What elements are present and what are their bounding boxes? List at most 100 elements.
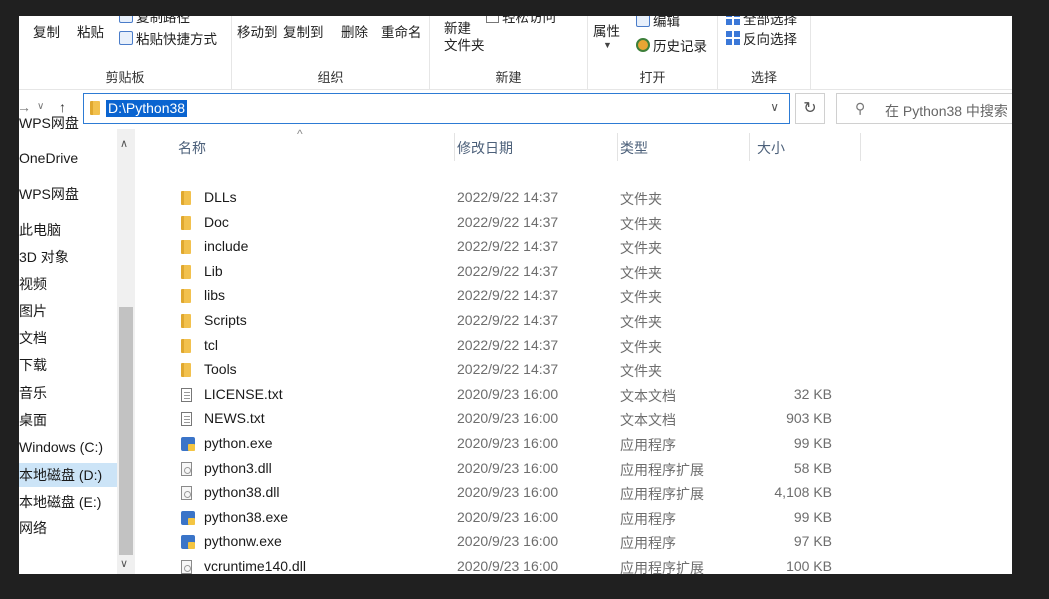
nav-item[interactable]: 本地磁盘 (D:) xyxy=(19,463,117,487)
nav-item[interactable]: WPS网盘 xyxy=(19,111,117,135)
select-all-button[interactable]: 全部选择 xyxy=(726,16,797,28)
rename-button[interactable]: 重命名 xyxy=(381,21,422,41)
easy-access-icon xyxy=(486,16,499,23)
nav-item[interactable]: 桌面 xyxy=(19,408,117,432)
copy-path-button[interactable]: 复制路径 xyxy=(119,16,190,26)
column-header-type[interactable]: 类型 xyxy=(620,138,648,158)
refresh-icon: ↻ xyxy=(803,100,817,117)
file-row[interactable]: NEWS.txt 2020/9/23 16:00 文本文档 903 KB xyxy=(137,407,1012,431)
nav-item[interactable]: Windows (C:) xyxy=(19,435,117,459)
edit-button[interactable]: 编辑 xyxy=(636,16,680,30)
file-name: Tools xyxy=(204,361,237,378)
scrollbar-thumb[interactable] xyxy=(119,307,133,555)
file-modified-date: 2020/9/23 16:00 xyxy=(457,385,559,402)
nav-item[interactable]: OneDrive xyxy=(19,146,117,170)
properties-label: 属性 xyxy=(593,24,620,39)
file-modified-date: 2020/9/23 16:00 xyxy=(457,508,559,525)
new-folder-label-line1: 新建 xyxy=(444,21,471,36)
file-size: 903 KB xyxy=(786,410,832,427)
file-size: 97 KB xyxy=(793,533,832,550)
nav-item-label: 下载 xyxy=(19,357,47,373)
file-size: 99 KB xyxy=(793,508,832,525)
column-divider[interactable] xyxy=(860,133,861,161)
nav-item[interactable]: 下载 xyxy=(19,353,117,377)
navigation-pane-scrollbar[interactable]: ∧ ∨ xyxy=(117,129,135,574)
text-file-icon xyxy=(181,387,192,402)
easy-access-button[interactable]: 轻松访问 xyxy=(486,16,556,26)
move-to-button[interactable]: 移动到 xyxy=(237,21,278,41)
file-row[interactable]: Doc 2022/9/22 14:37 文件夹 xyxy=(137,211,1012,235)
file-row[interactable]: pythonw.exe 2020/9/23 16:00 应用程序 97 KB xyxy=(137,530,1012,554)
file-row[interactable]: libs 2022/9/22 14:37 文件夹 xyxy=(137,284,1012,308)
nav-item-label: 桌面 xyxy=(19,412,47,428)
ribbon-group-title-new: 新建 xyxy=(495,70,522,85)
paste-shortcut-icon xyxy=(119,31,133,45)
file-type: 应用程序 xyxy=(620,510,676,527)
python-exe-icon xyxy=(181,535,195,550)
paste-button[interactable]: 粘贴 xyxy=(77,21,104,41)
history-button[interactable]: 历史记录 xyxy=(636,35,707,55)
file-row[interactable]: tcl 2022/9/22 14:37 文件夹 xyxy=(137,334,1012,358)
address-bar[interactable]: D:\Python38 ∨ xyxy=(83,93,790,124)
copy-to-button[interactable]: 复制到 xyxy=(283,21,324,41)
nav-item-label: WPS网盘 xyxy=(19,115,79,131)
nav-item-label: 视频 xyxy=(19,276,47,292)
refresh-button[interactable]: ↻ xyxy=(795,93,825,124)
search-icon: ⚲ xyxy=(855,100,866,116)
file-row[interactable]: python38.exe 2020/9/23 16:00 应用程序 99 KB xyxy=(137,506,1012,530)
copy-button[interactable]: 复制 xyxy=(33,21,60,41)
address-path[interactable]: D:\Python38 xyxy=(106,100,188,117)
nav-item[interactable]: 音乐 xyxy=(19,381,117,405)
file-size: 100 KB xyxy=(786,558,832,574)
dll-file-icon xyxy=(181,461,192,476)
file-row[interactable]: python3.dll 2020/9/23 16:00 应用程序扩展 58 KB xyxy=(137,457,1012,481)
nav-item-label: 本地磁盘 (E:) xyxy=(19,494,102,510)
file-row[interactable]: Scripts 2022/9/22 14:37 文件夹 xyxy=(137,309,1012,333)
column-divider[interactable] xyxy=(454,133,455,161)
file-row[interactable]: LICENSE.txt 2020/9/23 16:00 文本文档 32 KB xyxy=(137,383,1012,407)
file-name: Doc xyxy=(204,213,229,230)
column-divider[interactable] xyxy=(749,133,750,161)
python-exe-icon xyxy=(181,510,195,525)
search-box[interactable]: ⚲ 在 Python38 中搜索 xyxy=(836,93,1012,124)
file-row[interactable]: Lib 2022/9/22 14:37 文件夹 xyxy=(137,260,1012,284)
file-modified-date: 2020/9/23 16:00 xyxy=(457,459,559,476)
properties-button[interactable]: 属性 ▼ xyxy=(593,20,620,50)
chevron-down-icon[interactable]: ∨ xyxy=(770,100,779,114)
file-row[interactable]: DLLs 2022/9/22 14:37 文件夹 xyxy=(137,186,1012,210)
invert-selection-button[interactable]: 反向选择 xyxy=(726,28,797,48)
file-modified-date: 2020/9/23 16:00 xyxy=(457,533,559,550)
new-folder-button[interactable]: 新建 文件夹 xyxy=(444,20,485,54)
select-all-icon xyxy=(726,16,740,25)
column-header-date[interactable]: 修改日期 xyxy=(457,138,513,158)
file-row[interactable]: python.exe 2020/9/23 16:00 应用程序 99 KB xyxy=(137,432,1012,456)
file-row[interactable]: python38.dll 2020/9/23 16:00 应用程序扩展 4,108 K… xyxy=(137,481,1012,505)
file-row[interactable]: Tools 2022/9/22 14:37 文件夹 xyxy=(137,358,1012,382)
text-file-icon xyxy=(181,412,192,427)
file-name: python3.dll xyxy=(204,459,272,476)
nav-item[interactable]: 文档 xyxy=(19,326,117,350)
folder-icon xyxy=(181,264,191,279)
nav-item[interactable]: 此电脑 xyxy=(19,218,117,242)
file-name: vcruntime140.dll xyxy=(204,558,306,574)
nav-item[interactable]: 本地磁盘 (E:) xyxy=(19,490,117,514)
file-row[interactable]: vcruntime140.dll 2020/9/23 16:00 应用程序扩展 100… xyxy=(137,555,1012,574)
column-header-size[interactable]: 大小 xyxy=(757,138,785,158)
select-all-label: 全部选择 xyxy=(743,16,797,27)
file-type: 文件夹 xyxy=(620,215,662,232)
paste-shortcut-button[interactable]: 粘贴快捷方式 xyxy=(119,28,217,48)
nav-item[interactable]: 图片 xyxy=(19,299,117,323)
nav-item[interactable]: 3D 对象 xyxy=(19,245,117,269)
nav-item[interactable]: 网络 xyxy=(19,516,117,540)
scroll-down-icon[interactable]: ∨ xyxy=(120,557,128,570)
file-size: 58 KB xyxy=(793,459,832,476)
scroll-up-icon[interactable]: ∧ xyxy=(120,137,128,150)
delete-button[interactable]: 删除 xyxy=(341,21,368,41)
file-row[interactable]: include 2022/9/22 14:37 文件夹 xyxy=(137,235,1012,259)
nav-item[interactable]: WPS网盘 xyxy=(19,182,117,206)
column-divider[interactable] xyxy=(617,133,618,161)
nav-item[interactable]: 视频 xyxy=(19,272,117,296)
column-header-name[interactable]: 名称 xyxy=(178,138,206,158)
file-name: python38.exe xyxy=(204,508,289,525)
file-name: DLLs xyxy=(204,189,237,205)
